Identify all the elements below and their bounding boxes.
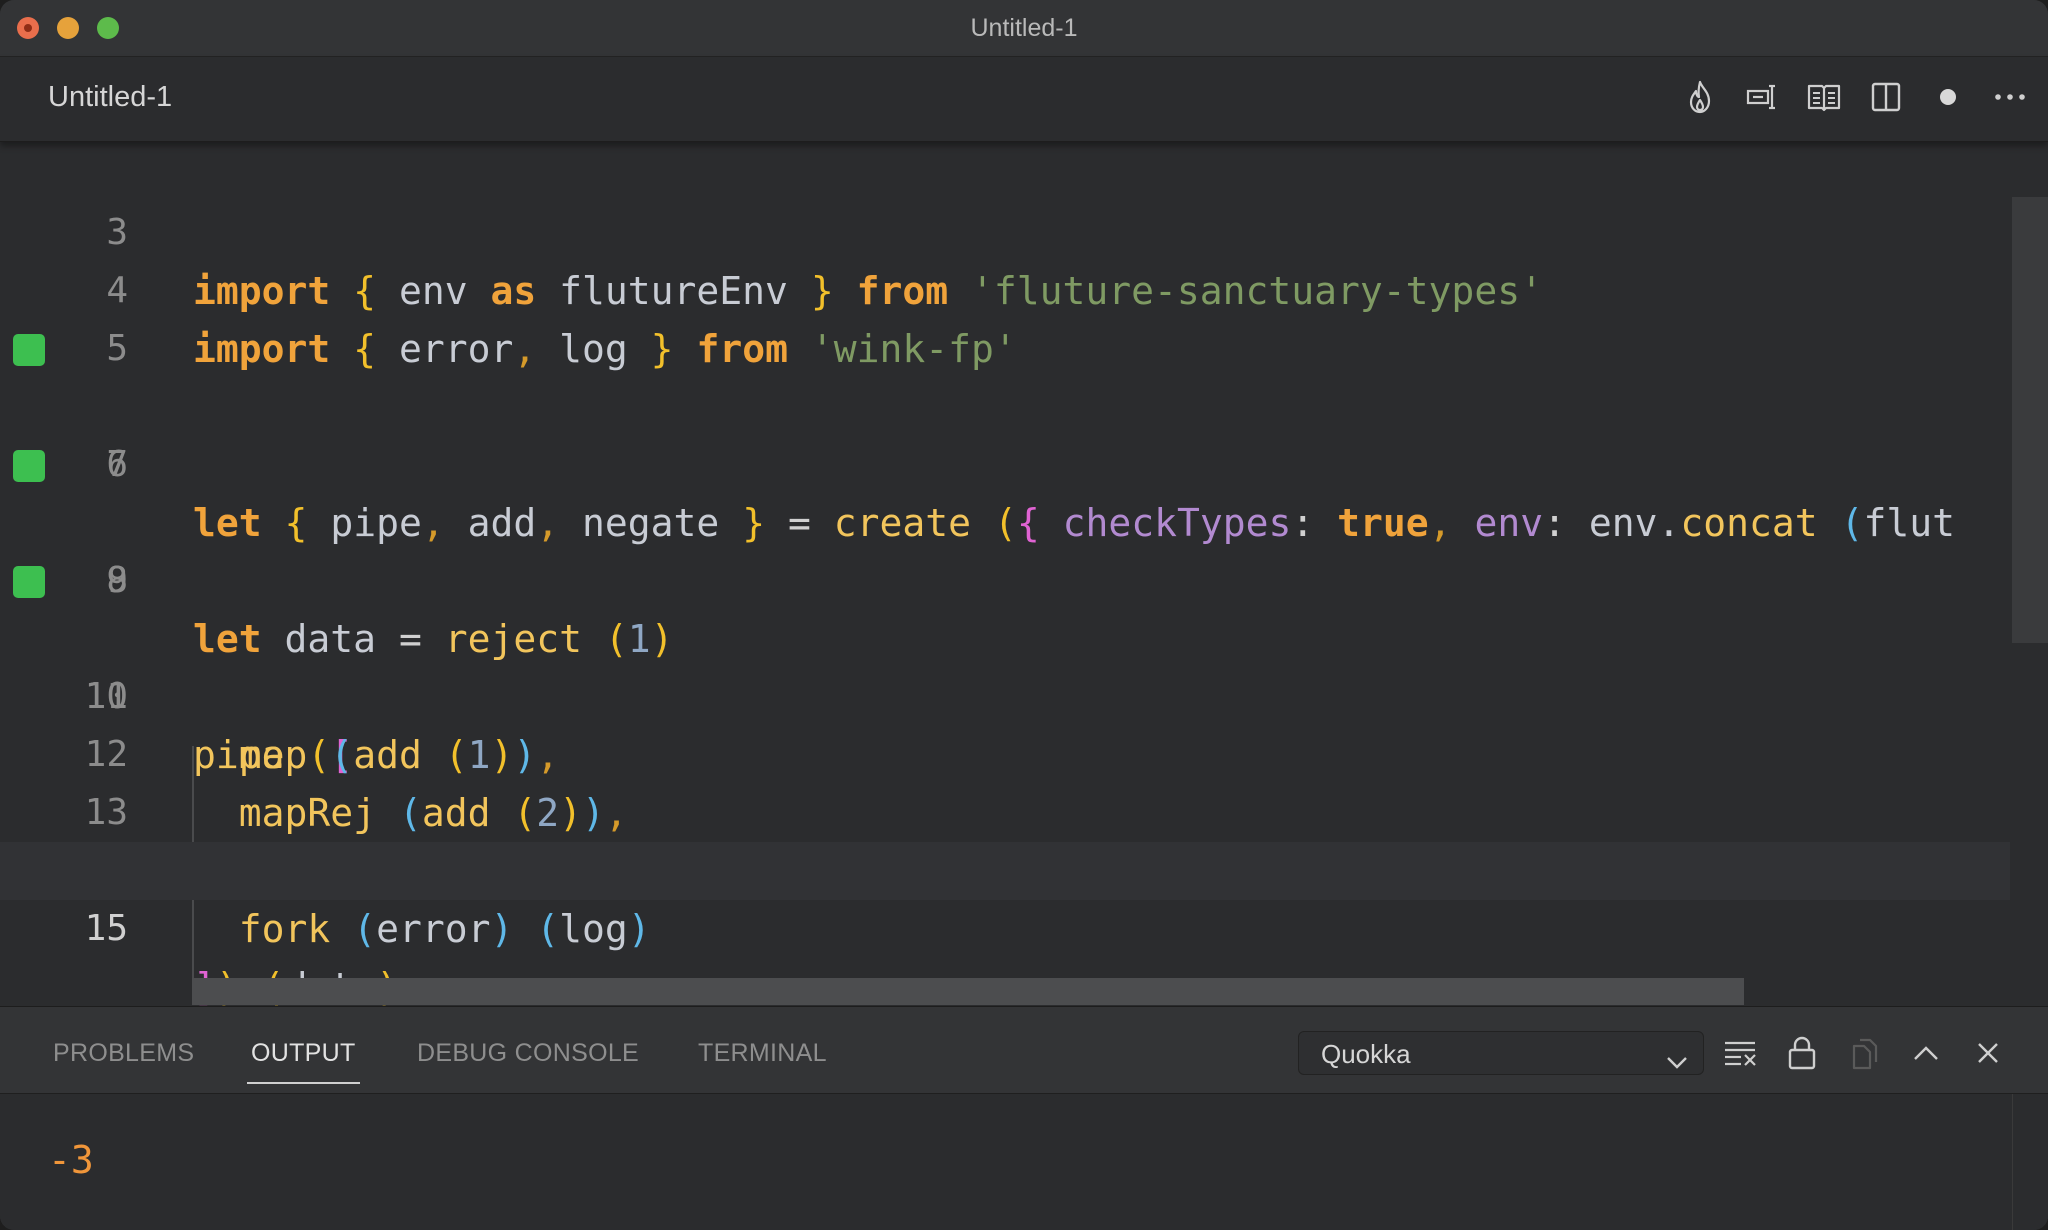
- open-changes-icon[interactable]: [1744, 77, 1780, 117]
- quokka-coverage-marker: [13, 566, 45, 598]
- tab-output[interactable]: OUTPUT: [247, 1039, 360, 1084]
- code-line[interactable]: 6 let { pipe, add, negate } = create ({ …: [0, 320, 2010, 545]
- line-number: 15: [84, 908, 128, 949]
- quokka-coverage-marker: [13, 450, 45, 482]
- lock-icon[interactable]: [1784, 1031, 1820, 1075]
- chevron-down-icon: [1665, 1042, 1689, 1086]
- code-editor[interactable]: 3 import { env as flutureEnv } from 'flu…: [0, 142, 2048, 1006]
- title-bar: Untitled-1: [0, 0, 2048, 57]
- editor-tab-bar: Untitled-1: [0, 57, 2048, 142]
- code-line[interactable]: 14 fork (error) (log): [0, 784, 2010, 951]
- output-value: -3: [48, 1138, 94, 1182]
- code-line[interactable]: 13 mapRej (negate),: [0, 726, 2010, 893]
- panel-tab-bar: PROBLEMS OUTPUT DEBUG CONSOLE TERMINAL Q…: [0, 1007, 2048, 1094]
- code-line[interactable]: 7: [0, 378, 2010, 485]
- tab-debug-console[interactable]: DEBUG CONSOLE: [417, 1039, 639, 1068]
- code-line[interactable]: 3 import { env as flutureEnv } from 'flu…: [0, 146, 2010, 313]
- code-line[interactable]: 9: [0, 494, 2010, 601]
- open-preview-icon[interactable]: [1806, 77, 1842, 117]
- open-log-file-icon[interactable]: [1846, 1031, 1882, 1075]
- close-panel-icon[interactable]: [1970, 1031, 2006, 1075]
- more-actions-icon[interactable]: [1992, 77, 2028, 117]
- output-view[interactable]: -3: [0, 1094, 2048, 1230]
- window-title: Untitled-1: [970, 14, 1078, 42]
- tab-terminal[interactable]: TERMINAL: [698, 1039, 827, 1068]
- editor-actions: [1682, 77, 2028, 117]
- code-line[interactable]: 11 map (add (1)),: [0, 610, 2010, 777]
- vertical-scrollbar[interactable]: [2012, 197, 2048, 643]
- maximize-panel-icon[interactable]: [1908, 1031, 1944, 1075]
- panel-actions: [1722, 1031, 2006, 1075]
- tab-problems[interactable]: PROBLEMS: [53, 1039, 194, 1068]
- output-channel-select[interactable]: Quokka: [1298, 1031, 1704, 1075]
- horizontal-scrollbar[interactable]: [192, 978, 1744, 1005]
- output-channel-value: Quokka: [1321, 1039, 1411, 1069]
- unsaved-dot-icon[interactable]: [1930, 77, 1966, 117]
- code-text: fork (error) (log): [238, 907, 651, 951]
- split-editor-icon[interactable]: [1868, 77, 1904, 117]
- code-line[interactable]: 8 let data = reject (1): [0, 436, 2010, 661]
- clear-output-icon[interactable]: [1722, 1031, 1758, 1075]
- bottom-panel: PROBLEMS OUTPUT DEBUG CONSOLE TERMINAL Q…: [0, 1006, 2048, 1230]
- output-scrollbar[interactable]: [2012, 1094, 2048, 1230]
- code-line[interactable]: 4 import { error, log } from 'wink-fp': [0, 204, 2010, 371]
- quokka-coverage-marker: [13, 334, 45, 366]
- quokka-flame-icon[interactable]: [1682, 77, 1718, 117]
- code-line[interactable]: 5: [0, 262, 2010, 369]
- code-line[interactable]: 12 mapRej (add (2)),: [0, 668, 2010, 835]
- tab-untitled[interactable]: Untitled-1: [48, 81, 172, 114]
- vscode-window: Untitled-1 Untitled-1 3 import {env as …: [0, 0, 2048, 1230]
- code-line[interactable]: 10 pipe ([: [0, 552, 2010, 777]
- code-line-current[interactable]: 15 ]) (data): [0, 842, 2010, 1006]
